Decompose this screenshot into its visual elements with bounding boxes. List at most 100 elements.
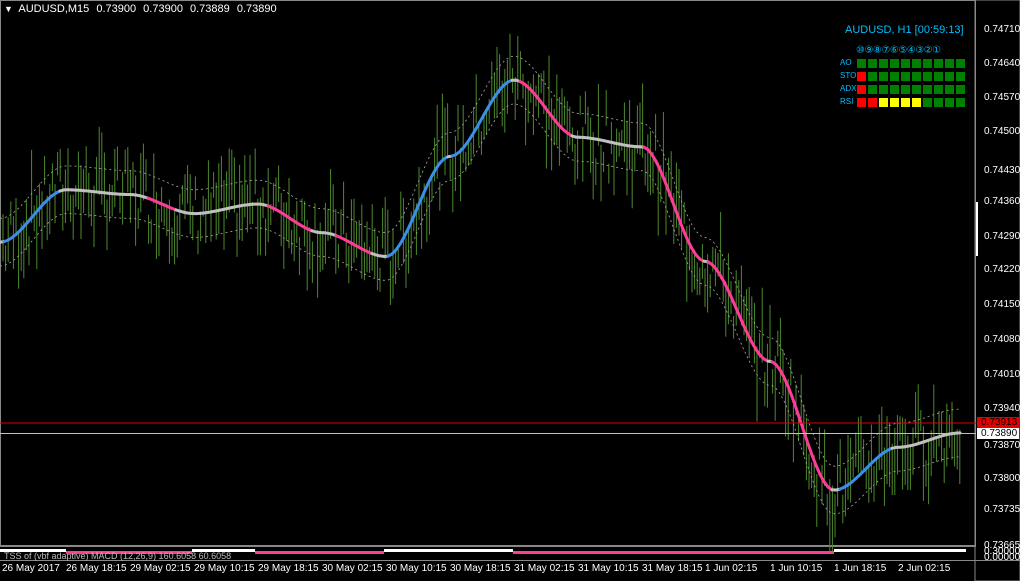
oscillator-bar <box>603 551 606 554</box>
oscillator-bar <box>804 551 807 554</box>
dashboard-timeframes: ⑩⑨⑧⑦⑥⑤④③②① <box>856 45 941 56</box>
oscillator-bar <box>960 549 963 552</box>
oscillator-bar <box>543 551 546 554</box>
price-tick-label: 0.73870 <box>984 440 1020 451</box>
oscillator-bar <box>861 549 864 552</box>
oscillator-bar <box>540 551 543 554</box>
oscillator-bar <box>780 551 783 554</box>
dashboard-signal-cell <box>857 85 866 94</box>
oscillator-bar <box>654 551 657 554</box>
price-chart[interactable] <box>0 0 1020 581</box>
oscillator-bar <box>393 549 396 552</box>
oscillator-bar <box>264 551 267 554</box>
oscillator-bar <box>651 551 654 554</box>
oscillator-bar <box>282 551 285 554</box>
dashboard-signal-cell <box>890 85 899 94</box>
oscillator-bar <box>525 551 528 554</box>
oscillator-bar <box>951 549 954 552</box>
oscillator-bar <box>495 549 498 552</box>
upper-band-line <box>0 56 961 467</box>
oscillator-bar <box>504 549 507 552</box>
dashboard-signal-cell <box>890 98 899 107</box>
price-tick-label: 0.74010 <box>984 369 1020 380</box>
oscillator-bar <box>534 551 537 554</box>
ma-segment <box>418 191 426 204</box>
oscillator-bar <box>405 549 408 552</box>
oscillator-bar <box>738 551 741 554</box>
price-tick-label: 0.74640 <box>984 58 1020 69</box>
oscillator-bar <box>435 549 438 552</box>
oscillator-bar <box>657 551 660 554</box>
oscillator-bar <box>459 549 462 552</box>
oscillator-bar <box>429 549 432 552</box>
oscillator-bar <box>693 551 696 554</box>
oscillator-bar <box>894 549 897 552</box>
oscillator-bar <box>756 551 759 554</box>
oscillator-bar <box>879 549 882 552</box>
oscillator-bar <box>834 549 837 552</box>
dashboard-signal-cell <box>901 59 910 68</box>
oscillator-bar <box>642 551 645 554</box>
time-tick-label: 26 May 18:15 <box>66 563 127 574</box>
oscillator-bar <box>564 551 567 554</box>
oscillator-bar <box>471 549 474 552</box>
price-tick-label: 0.74430 <box>984 165 1020 176</box>
oscillator-bar <box>321 551 324 554</box>
symbol-label: AUDUSD,M15 <box>18 3 90 15</box>
oscillator-bar <box>837 549 840 552</box>
dashboard-signal-cell <box>945 98 954 107</box>
dashboard-signal-cell <box>923 59 932 68</box>
oscillator-bar <box>720 551 723 554</box>
oscillator-bar <box>816 551 819 554</box>
oscillator-bar <box>309 551 312 554</box>
oscillator-bar <box>237 549 240 552</box>
oscillator-bar <box>696 551 699 554</box>
ma-segment <box>678 220 686 234</box>
oscillator-bar <box>765 551 768 554</box>
ma-segment <box>806 442 814 457</box>
oscillator-bar <box>381 551 384 554</box>
oscillator-bar <box>417 549 420 552</box>
oscillator-bar <box>489 549 492 552</box>
time-tick-label: 30 May 18:15 <box>450 563 511 574</box>
dashboard-signal-cell <box>879 98 888 107</box>
price-tick-label: 0.74360 <box>984 196 1020 207</box>
oscillator-bar <box>582 551 585 554</box>
oscillator-bar <box>420 549 423 552</box>
oscillator-bar <box>384 549 387 552</box>
oscillator-bar <box>585 551 588 554</box>
ma-segment <box>682 230 690 243</box>
oscillator-bar <box>891 549 894 552</box>
oscillator-bar <box>468 549 471 552</box>
oscillator-bar <box>594 551 597 554</box>
triangle-down-icon[interactable]: ▼ <box>4 4 13 14</box>
oscillator-bar <box>747 551 750 554</box>
price-tick-label: 0.74290 <box>984 231 1020 242</box>
oscillator-bar <box>0 549 3 552</box>
time-tick-label: 30 May 10:15 <box>386 563 447 574</box>
envelope-bands <box>0 56 961 515</box>
dashboard-signal-cell <box>923 98 932 107</box>
oscillator-bar <box>522 551 525 554</box>
oscillator-bar <box>528 551 531 554</box>
oscillator-bar <box>957 549 960 552</box>
dashboard-signal-cell <box>956 85 965 94</box>
oscillator-bar <box>465 549 468 552</box>
ma-segment <box>662 177 670 191</box>
oscillator-bar <box>819 551 822 554</box>
oscillator-bar <box>633 551 636 554</box>
oscillator-bar <box>672 551 675 554</box>
oscillator-bar <box>372 551 375 554</box>
close-price: 0.73890 <box>236 3 277 15</box>
dashboard-signal-cell <box>868 98 877 107</box>
oscillator-bar <box>243 549 246 552</box>
dashboard-signal-cell <box>956 59 965 68</box>
oscillator-bar <box>441 549 444 552</box>
oscillator-bar <box>432 549 435 552</box>
dashboard-signal-cell <box>901 98 910 107</box>
oscillator-bar <box>687 551 690 554</box>
oscillator-bar <box>579 551 582 554</box>
oscillator-bar <box>627 551 630 554</box>
dashboard-signal-cell <box>879 59 888 68</box>
oscillator-bar <box>792 551 795 554</box>
